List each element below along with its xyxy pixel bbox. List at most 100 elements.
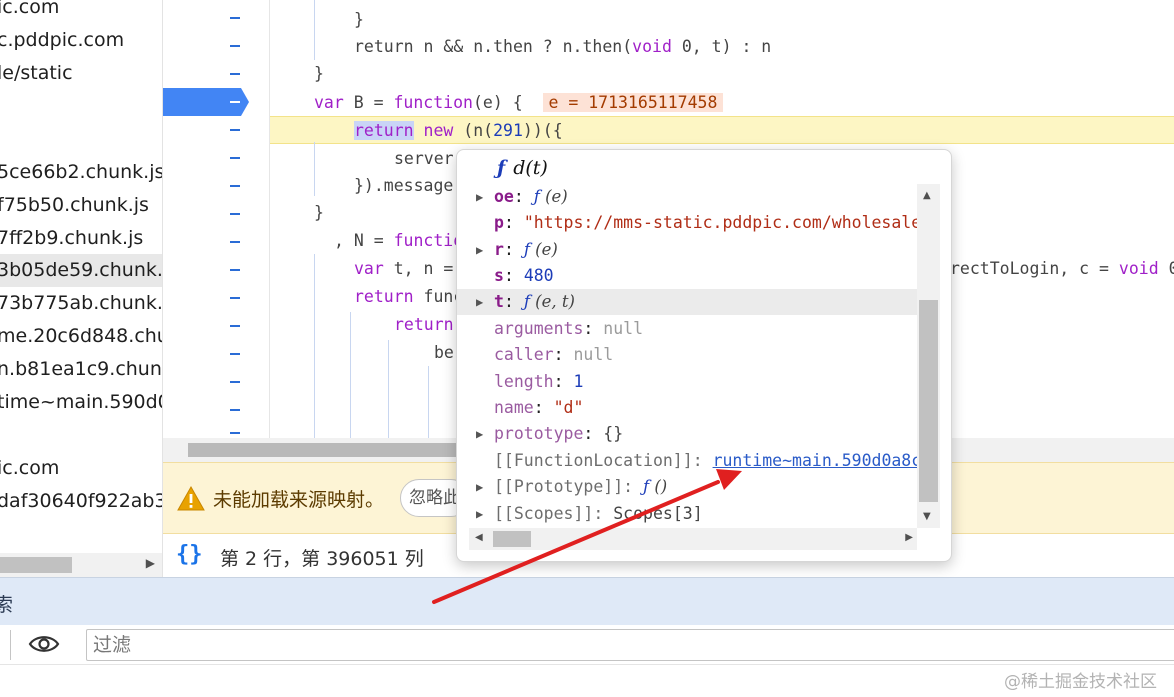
expand-triangle-icon[interactable]: ▶ [476,237,483,263]
filter-toolbar: 过滤 [0,625,1174,665]
file-tree-item[interactable]: c.pddpic.com [0,24,124,57]
file-tree-item[interactable]: time~main.590d0 [0,386,162,419]
file-tree-item[interactable]: le/static [0,57,73,90]
indent-guide [314,0,315,60]
property-row[interactable]: name: "d" [457,395,917,421]
popover-horizontal-scrollbar[interactable]: ◀ ▶ [469,528,917,550]
line-gutter[interactable] [163,0,270,438]
expand-triangle-icon[interactable]: ▶ [476,421,483,447]
scroll-down-arrow-icon[interactable]: ▼ [923,511,931,522]
file-tree-item[interactable]: ic.com [0,452,59,485]
file-tree-item[interactable]: n.b81ea1c9.chunk [0,353,162,386]
property-row[interactable]: arguments: null [457,316,917,342]
gutter-marker[interactable] [230,325,240,327]
file-tree-scrollbar[interactable]: ▶ [0,553,162,577]
gutter-marker[interactable] [230,73,240,75]
property-row[interactable]: p: "https://mms-static.pddpic.com/wholes… [457,210,917,236]
gutter-marker[interactable] [230,17,240,19]
code-line-tail: rectToLogin, c = void 0 [950,259,1174,278]
popover-title: ƒ d(t) [497,157,548,179]
indent-guide [388,340,389,438]
property-row[interactable]: ▶ prototype: {} [457,421,917,447]
pretty-print-braces-icon[interactable]: {} [176,542,203,567]
gutter-marker[interactable] [230,185,240,187]
indent-guide [314,142,315,196]
property-row[interactable]: s: 480 [457,263,917,289]
gutter-marker[interactable] [230,241,240,243]
property-row-hovered[interactable]: ▶ t: ƒ (e, t) [457,289,917,315]
code-line: } [354,10,364,29]
code-line: server [394,149,454,168]
file-tree-item[interactable]: 5ce66b2.chunk.js [0,156,162,189]
code-line: } [314,203,324,222]
expand-triangle-icon[interactable]: ▶ [476,184,483,210]
code-line: be [434,343,454,362]
cursor-position: 第 2 行，第 396051 列 [220,548,424,570]
code-line: return [394,315,454,334]
search-section-label: 索 [0,594,14,616]
file-tree-item[interactable]: f75b50.chunk.js [0,189,149,222]
indent-guide [350,312,351,438]
gutter-marker[interactable] [230,353,240,355]
function-location-link[interactable]: runtime~main.590d0a8c [713,451,917,470]
gutter-marker[interactable] [230,213,240,215]
scrollbar-thumb[interactable] [919,300,938,502]
code-line: }).message [354,176,454,195]
code-line: return func [354,287,464,306]
scroll-right-arrow-icon[interactable]: ▶ [146,556,155,570]
popover-vertical-scrollbar[interactable]: ▲ ▼ [917,184,940,528]
gutter-marker[interactable] [230,45,240,47]
property-row[interactable]: ▶ [[Scopes]]: Scopes[3] [457,501,917,527]
filter-input[interactable]: 过滤 [86,629,1174,661]
scroll-left-arrow-icon[interactable]: ◀ [475,532,483,543]
expand-triangle-icon[interactable]: ▶ [476,501,483,527]
file-tree-item[interactable]: 73b775ab.chunk.js [0,287,162,320]
gutter-marker[interactable] [230,129,240,131]
code-line-paused: return new (n(291))({ [354,121,563,140]
code-line: } [314,64,324,83]
property-row[interactable]: [[FunctionLocation]]: runtime~main.590d0… [457,448,917,474]
property-tree[interactable]: ▶ oe: ƒ (e) p: "https://mms-static.pddpic… [457,184,917,528]
toolbar-divider [10,630,11,660]
eye-icon[interactable] [28,632,60,656]
code-line: return n && n.then ? n.then(void 0, t) :… [354,37,772,56]
gutter-marker[interactable] [230,157,240,159]
scrollbar-thumb[interactable] [493,531,531,547]
file-tree-item[interactable]: 7ff2b9.chunk.js [0,222,143,255]
property-row[interactable]: ▶ oe: ƒ (e) [457,184,917,210]
gutter-marker[interactable] [230,381,240,383]
warning-message: 未能加载来源映射。 [213,489,385,511]
property-row[interactable]: ▶ r: ƒ (e) [457,237,917,263]
watermark: @稀土掘金技术社区 [1004,672,1157,692]
indent-guide [314,254,315,438]
file-tree-item[interactable]: ic.com [0,0,59,24]
scrollbar-thumb[interactable] [0,557,72,573]
scrollbar-thumb[interactable] [188,443,468,457]
scroll-right-arrow-icon[interactable]: ▶ [905,532,913,543]
indent-guide [428,366,429,438]
expand-triangle-icon[interactable]: ▶ [476,474,483,500]
gutter-marker[interactable] [230,297,240,299]
function-glyph-icon: ƒ [497,157,506,179]
code-line: , N = functio [334,231,464,250]
code-line: var B = function(e) { e = 1713165117458 [314,89,724,116]
warning-triangle-icon [177,486,205,511]
gutter-marker[interactable] [230,409,240,411]
variable-hover-popover[interactable]: ƒ d(t) ▶ oe: ƒ (e) p: "https://mms-static.… [456,149,952,562]
search-section-header[interactable]: 索 [0,577,1174,625]
expand-triangle-icon[interactable]: ▶ [476,289,483,315]
file-tree-item[interactable]: daf30640f922ab3 [0,485,162,518]
gutter-marker[interactable] [230,269,240,271]
property-row[interactable]: caller: null [457,342,917,368]
property-row[interactable]: ▶ [[Prototype]]: ƒ () [457,474,917,500]
breakpoint-marker[interactable] [163,88,249,116]
scroll-up-arrow-icon[interactable]: ▲ [923,190,931,201]
property-row[interactable]: length: 1 [457,369,917,395]
inline-variable-value: e = 1713165117458 [542,93,724,112]
code-line: var t, n = [354,259,454,278]
file-tree-item-selected[interactable]: 3b05de59.chunk.js [0,254,163,287]
file-tree: ic.com c.pddpic.com le/static 5ce66b2.ch… [0,0,163,577]
file-tree-item-label: 3b05de59.chunk.js [0,259,163,281]
file-tree-item[interactable]: me.20c6d848.chunk [0,320,162,353]
gutter-marker[interactable] [230,432,240,434]
